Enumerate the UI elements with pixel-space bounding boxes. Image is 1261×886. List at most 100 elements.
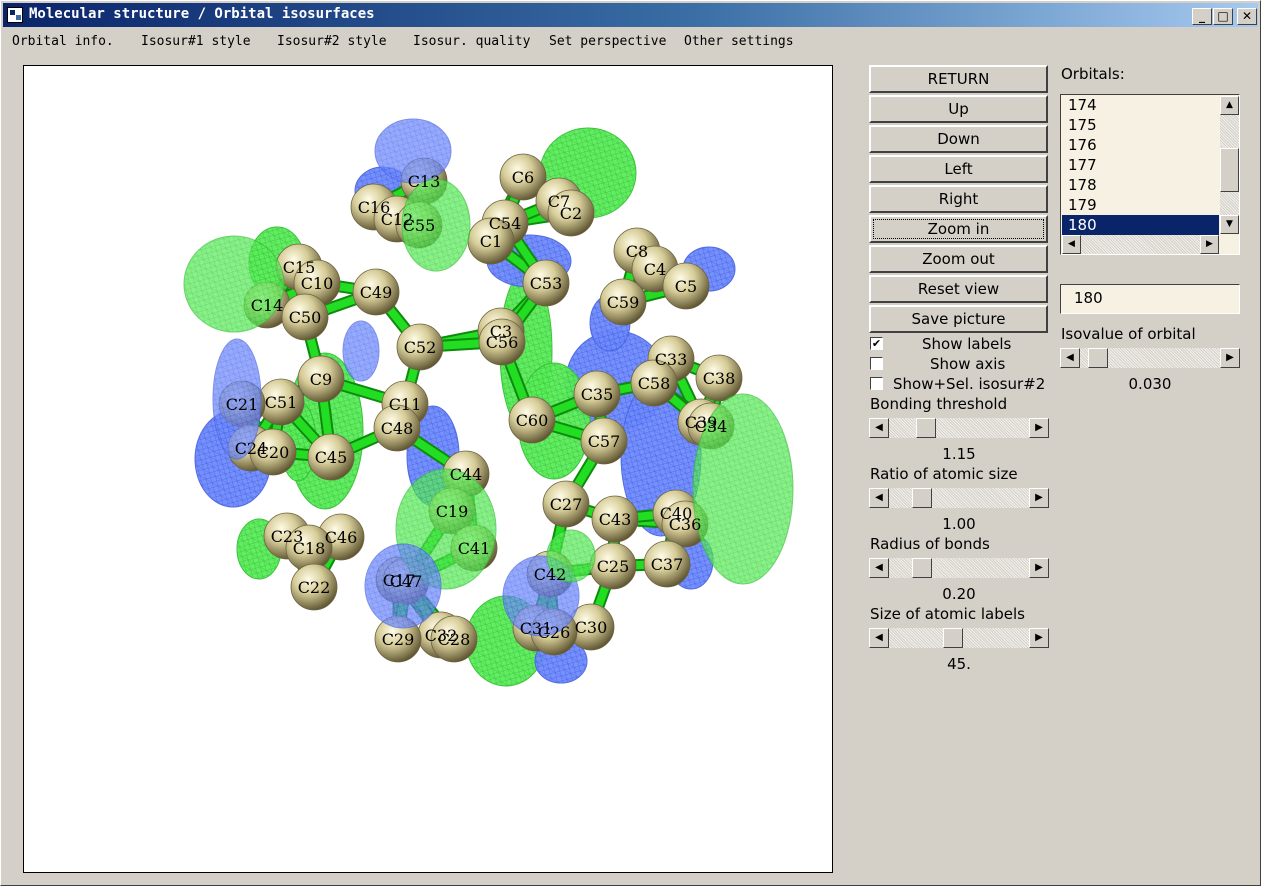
atom-label: C23 <box>271 527 304 546</box>
slider-left-arrow-icon[interactable]: ◀ <box>869 418 889 438</box>
atom-label: C6 <box>512 168 534 187</box>
atom-label: C13 <box>408 172 441 191</box>
scroll-left-arrow-icon[interactable]: ◀ <box>1062 235 1081 254</box>
up-button[interactable]: Up <box>869 95 1048 123</box>
atom-label: C16 <box>358 198 391 217</box>
zoom-in-button[interactable]: Zoom in <box>869 215 1048 243</box>
bond-radius-label: Radius of bonds <box>870 535 990 553</box>
show-sel-isosur2-check[interactable] <box>870 377 883 390</box>
slider-right-arrow-icon[interactable]: ▶ <box>1029 558 1049 578</box>
slider-thumb[interactable] <box>916 418 936 438</box>
show-labels-checkbox[interactable]: ✔ Show labels <box>869 335 1049 355</box>
bonding-threshold-value: 1.15 <box>942 445 976 463</box>
atom-label: C27 <box>550 495 583 514</box>
atom-label: C46 <box>325 528 358 547</box>
orbital-list-item[interactable]: 174 <box>1062 95 1219 115</box>
atom-label: C59 <box>607 293 640 312</box>
app-icon <box>7 7 23 23</box>
orbitals-title: Orbitals: <box>1061 65 1125 83</box>
bond-radius-slider[interactable]: ◀ ▶ <box>869 558 1049 578</box>
slider-right-arrow-icon[interactable]: ▶ <box>1220 348 1240 368</box>
positive-orbital-lobe <box>183 235 285 333</box>
show-axis-label: Show axis <box>930 355 1006 373</box>
atomic-size-ratio-label: Ratio of atomic size <box>870 465 1018 483</box>
orbital-list-item-selected[interactable]: 180 <box>1062 215 1219 235</box>
bond-radius-value: 0.20 <box>942 585 976 603</box>
atom-label: C53 <box>530 274 563 293</box>
molecule-canvas[interactable]: C1C2C3C4C5C6C7C8C9C10C11C12C13C14C15C16C… <box>24 66 832 872</box>
atom-label: C54 <box>489 214 522 233</box>
menu-orbital-info[interactable]: Orbital info. <box>12 34 114 49</box>
label-size-value: 45. <box>947 655 971 673</box>
menu-other-settings[interactable]: Other settings <box>684 34 794 49</box>
atom-label: C51 <box>265 393 298 412</box>
menu-isosur2-style[interactable]: Isosur#2 style <box>277 34 387 49</box>
menu-set-perspective[interactable]: Set perspective <box>549 34 666 49</box>
slider-left-arrow-icon[interactable]: ◀ <box>1060 348 1080 368</box>
show-labels-check[interactable]: ✔ <box>870 337 883 350</box>
orbital-list-item[interactable]: 177 <box>1062 155 1219 175</box>
show-sel-isosur2-label: Show+Sel. isosur#2 <box>893 375 1046 393</box>
atom-label: C55 <box>403 216 436 235</box>
close-button[interactable]: ✕ <box>1237 8 1257 25</box>
minimize-button[interactable]: _ <box>1192 8 1212 25</box>
atom-label: C39 <box>685 413 718 432</box>
slider-thumb[interactable] <box>943 628 963 648</box>
slider-right-arrow-icon[interactable]: ▶ <box>1029 418 1049 438</box>
show-axis-checkbox[interactable]: Show axis <box>869 355 1049 375</box>
atom-label: C56 <box>486 333 519 352</box>
bonding-threshold-slider[interactable]: ◀ ▶ <box>869 418 1049 438</box>
show-axis-check[interactable] <box>870 357 883 370</box>
title-bar[interactable]: Molecular structure / Orbital isosurface… <box>3 3 1258 27</box>
atom-label: C52 <box>404 338 437 357</box>
show-sel-isosur2-checkbox[interactable]: Show+Sel. isosur#2 <box>869 375 1049 395</box>
atom-label: C32 <box>425 626 458 645</box>
orbital-list-item[interactable]: 176 <box>1062 135 1219 155</box>
orbital-list-item[interactable]: 175 <box>1062 115 1219 135</box>
scroll-right-arrow-icon[interactable]: ▶ <box>1200 235 1219 254</box>
slider-thumb[interactable] <box>912 558 932 578</box>
maximize-button[interactable]: □ <box>1213 8 1233 25</box>
orbital-index-input[interactable]: 180 <box>1060 284 1240 314</box>
reset-view-button[interactable]: Reset view <box>869 275 1048 303</box>
slider-left-arrow-icon[interactable]: ◀ <box>869 488 889 508</box>
atom-label: C21 <box>226 395 259 414</box>
return-button[interactable]: RETURN <box>869 65 1048 93</box>
slider-thumb[interactable] <box>1088 348 1108 368</box>
window-title: Molecular structure / Orbital isosurface… <box>29 6 375 22</box>
orbital-list-item[interactable]: 179 <box>1062 195 1219 215</box>
atom-label: C35 <box>581 385 614 404</box>
down-button[interactable]: Down <box>869 125 1048 153</box>
scroll-down-arrow-icon[interactable]: ▼ <box>1220 215 1239 234</box>
right-button[interactable]: Right <box>869 185 1048 213</box>
label-size-slider[interactable]: ◀ ▶ <box>869 628 1049 648</box>
slider-right-arrow-icon[interactable]: ▶ <box>1029 488 1049 508</box>
save-picture-button[interactable]: Save picture <box>869 305 1048 333</box>
atom-label: C19 <box>436 502 469 521</box>
orbital-list-item[interactable]: 178 <box>1062 175 1219 195</box>
left-button[interactable]: Left <box>869 155 1048 183</box>
menu-isosur-quality[interactable]: Isosur. quality <box>413 34 530 49</box>
orbitals-horizontal-scrollbar[interactable]: ◀ ▶ <box>1062 235 1219 254</box>
atomic-size-ratio-value: 1.00 <box>942 515 976 533</box>
atom-label: C58 <box>638 374 671 393</box>
slider-right-arrow-icon[interactable]: ▶ <box>1029 628 1049 648</box>
slider-left-arrow-icon[interactable]: ◀ <box>869 628 889 648</box>
orbitals-listbox[interactable]: 174 175 176 177 178 179 180 ▲ ▼ ◀ ▶ <box>1060 94 1240 255</box>
menu-isosur1-style[interactable]: Isosur#1 style <box>141 34 251 49</box>
isovalue-slider[interactable]: ◀ ▶ <box>1060 348 1240 368</box>
molecule-viewport[interactable]: C1 C2 C3 C4 C5 C6 C7 C8 C9 C10 C11 C12 C13 C14 C15 C16 C… <box>23 65 833 873</box>
scrollbar-thumb[interactable] <box>1220 148 1239 192</box>
slider-left-arrow-icon[interactable]: ◀ <box>869 558 889 578</box>
atom-label: C33 <box>655 350 688 369</box>
orbitals-vertical-scrollbar[interactable]: ▲ ▼ <box>1220 96 1239 234</box>
slider-thumb[interactable] <box>912 488 932 508</box>
atom-label: C50 <box>289 308 322 327</box>
atomic-size-ratio-slider[interactable]: ◀ ▶ <box>869 488 1049 508</box>
scroll-up-arrow-icon[interactable]: ▲ <box>1220 96 1239 115</box>
atom-label: C29 <box>382 630 415 649</box>
negative-orbital-lobe <box>342 320 380 382</box>
atom-label: C22 <box>298 578 331 597</box>
zoom-out-button[interactable]: Zoom out <box>869 245 1048 273</box>
atom-label: C37 <box>651 555 684 574</box>
